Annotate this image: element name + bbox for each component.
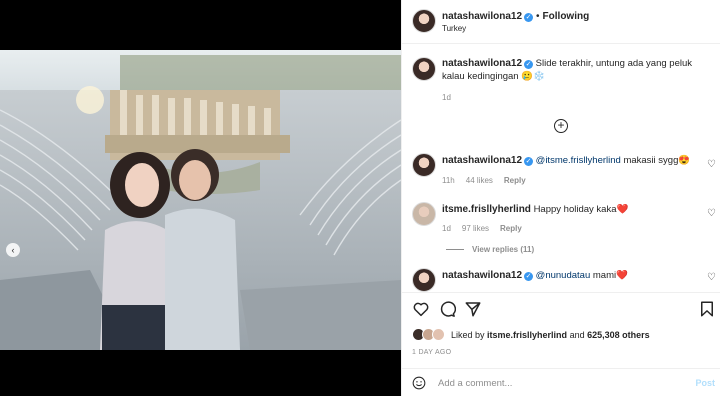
post-media-panel: ‹ [0,0,401,396]
post-location[interactable]: Turkey [442,24,466,33]
caption-username[interactable]: natashawilona12 [442,58,522,69]
like-comment-heart-icon[interactable]: ♡ [707,159,716,170]
comment-text: makasii sygg😍 [620,155,691,166]
comment-meta: 11h 44 likes Reply [442,176,537,185]
likes-others[interactable]: 625,308 others [587,330,650,340]
post-header: natashawilona12 ✓ • Following Turkey [402,0,720,44]
comment-avatar[interactable] [412,268,436,292]
view-replies-button[interactable]: View replies (11) [446,245,534,254]
comment-text-block: natashawilona12 ✓ @nunudatau mami❤️ [442,269,628,282]
liker-avatar[interactable] [432,328,445,341]
comment-text-block: itsme.frisllyherlind Happy holiday kaka❤… [442,203,628,216]
add-comment-input[interactable] [438,374,678,392]
comment-time[interactable]: 11h [442,176,455,185]
comment-text: mami❤️ [590,270,628,281]
comment-username[interactable]: natashawilona12 [442,155,522,166]
comment-username[interactable]: natashawilona12 [442,270,522,281]
header-author-line: natashawilona12 ✓ • Following [442,11,589,22]
comment-bubble-icon[interactable] [438,300,456,318]
share-paper-plane-icon[interactable] [464,300,482,318]
comment-likes[interactable]: 44 likes [466,176,493,185]
comment-text: Happy holiday kaka❤️ [533,204,629,215]
caption-avatar[interactable] [412,57,436,81]
caption-time[interactable]: 1d [442,93,451,102]
post-details-panel: natashawilona12 ✓ • Following Turkey natash… [401,0,720,396]
verified-badge-icon: ✓ [524,157,534,166]
comment-item: itsme.frisllyherlind Happy holiday kaka❤… [402,200,720,260]
caption-meta: 1d [442,93,462,102]
header-separator: • [536,11,540,22]
add-comment-bar: Post [402,368,720,396]
liked-by-user[interactable]: itsme.frisllyherlind [487,330,567,340]
amphitheatre-photo [0,50,401,350]
reply-button[interactable]: Reply [504,176,526,185]
comment-time[interactable]: 1d [442,224,451,233]
verified-badge-icon: ✓ [524,272,534,281]
reply-button[interactable]: Reply [500,224,522,233]
likes-prefix: Liked by [451,330,488,340]
comment-item: natashawilona12 ✓ @itsme.frisllyherlind m… [402,151,720,191]
emoji-smiley-icon[interactable] [412,376,426,390]
verified-badge-icon: ✓ [524,60,534,69]
comment-avatar[interactable] [412,153,436,177]
comment-text-block: natashawilona12 ✓ @itsme.frisllyherlind m… [442,154,690,167]
post-comment-button[interactable]: Post [695,378,715,388]
comment-likes[interactable]: 97 likes [462,224,489,233]
like-comment-heart-icon[interactable]: ♡ [707,272,716,283]
post-photo[interactable]: ‹ [0,50,401,350]
likes-summary: Liked by itsme.frisllyherlind and 625,30… [451,330,650,340]
following-button[interactable]: Following [543,11,590,22]
like-comment-heart-icon[interactable]: ♡ [707,208,716,219]
carousel-previous-button[interactable]: ‹ [6,243,20,257]
like-heart-icon[interactable] [412,300,430,318]
caption: natashawilona12 ✓ Slide terakhir, untung … [402,55,720,105]
post-time-ago[interactable]: 1 DAY AGO [412,349,451,356]
likes-middle: and [567,330,588,340]
caption-text-block: natashawilona12 ✓ Slide terakhir, untung … [442,57,712,83]
verified-badge-icon: ✓ [524,13,534,22]
liked-by-avatars [412,328,446,342]
comment-meta: 1d 97 likes Reply [442,224,533,233]
post-actions: Liked by itsme.frisllyherlind and 625,30… [402,292,720,368]
load-more-comments-plus-icon[interactable]: + [554,119,568,133]
comment-mention[interactable]: @itsme.frisllyherlind [536,155,621,166]
comment-username[interactable]: itsme.frisllyherlind [442,204,531,215]
comments-list[interactable]: natashawilona12 ✓ Slide terakhir, untung … [402,45,720,292]
comment-mention[interactable]: @nunudatau [536,270,591,281]
author-username[interactable]: natashawilona12 [442,11,522,22]
save-bookmark-icon[interactable] [698,300,716,318]
comment-avatar[interactable] [412,202,436,226]
comment-item: natashawilona12 ✓ @nunudatau mami❤️ ♡ [402,266,720,292]
author-avatar[interactable] [412,9,436,33]
